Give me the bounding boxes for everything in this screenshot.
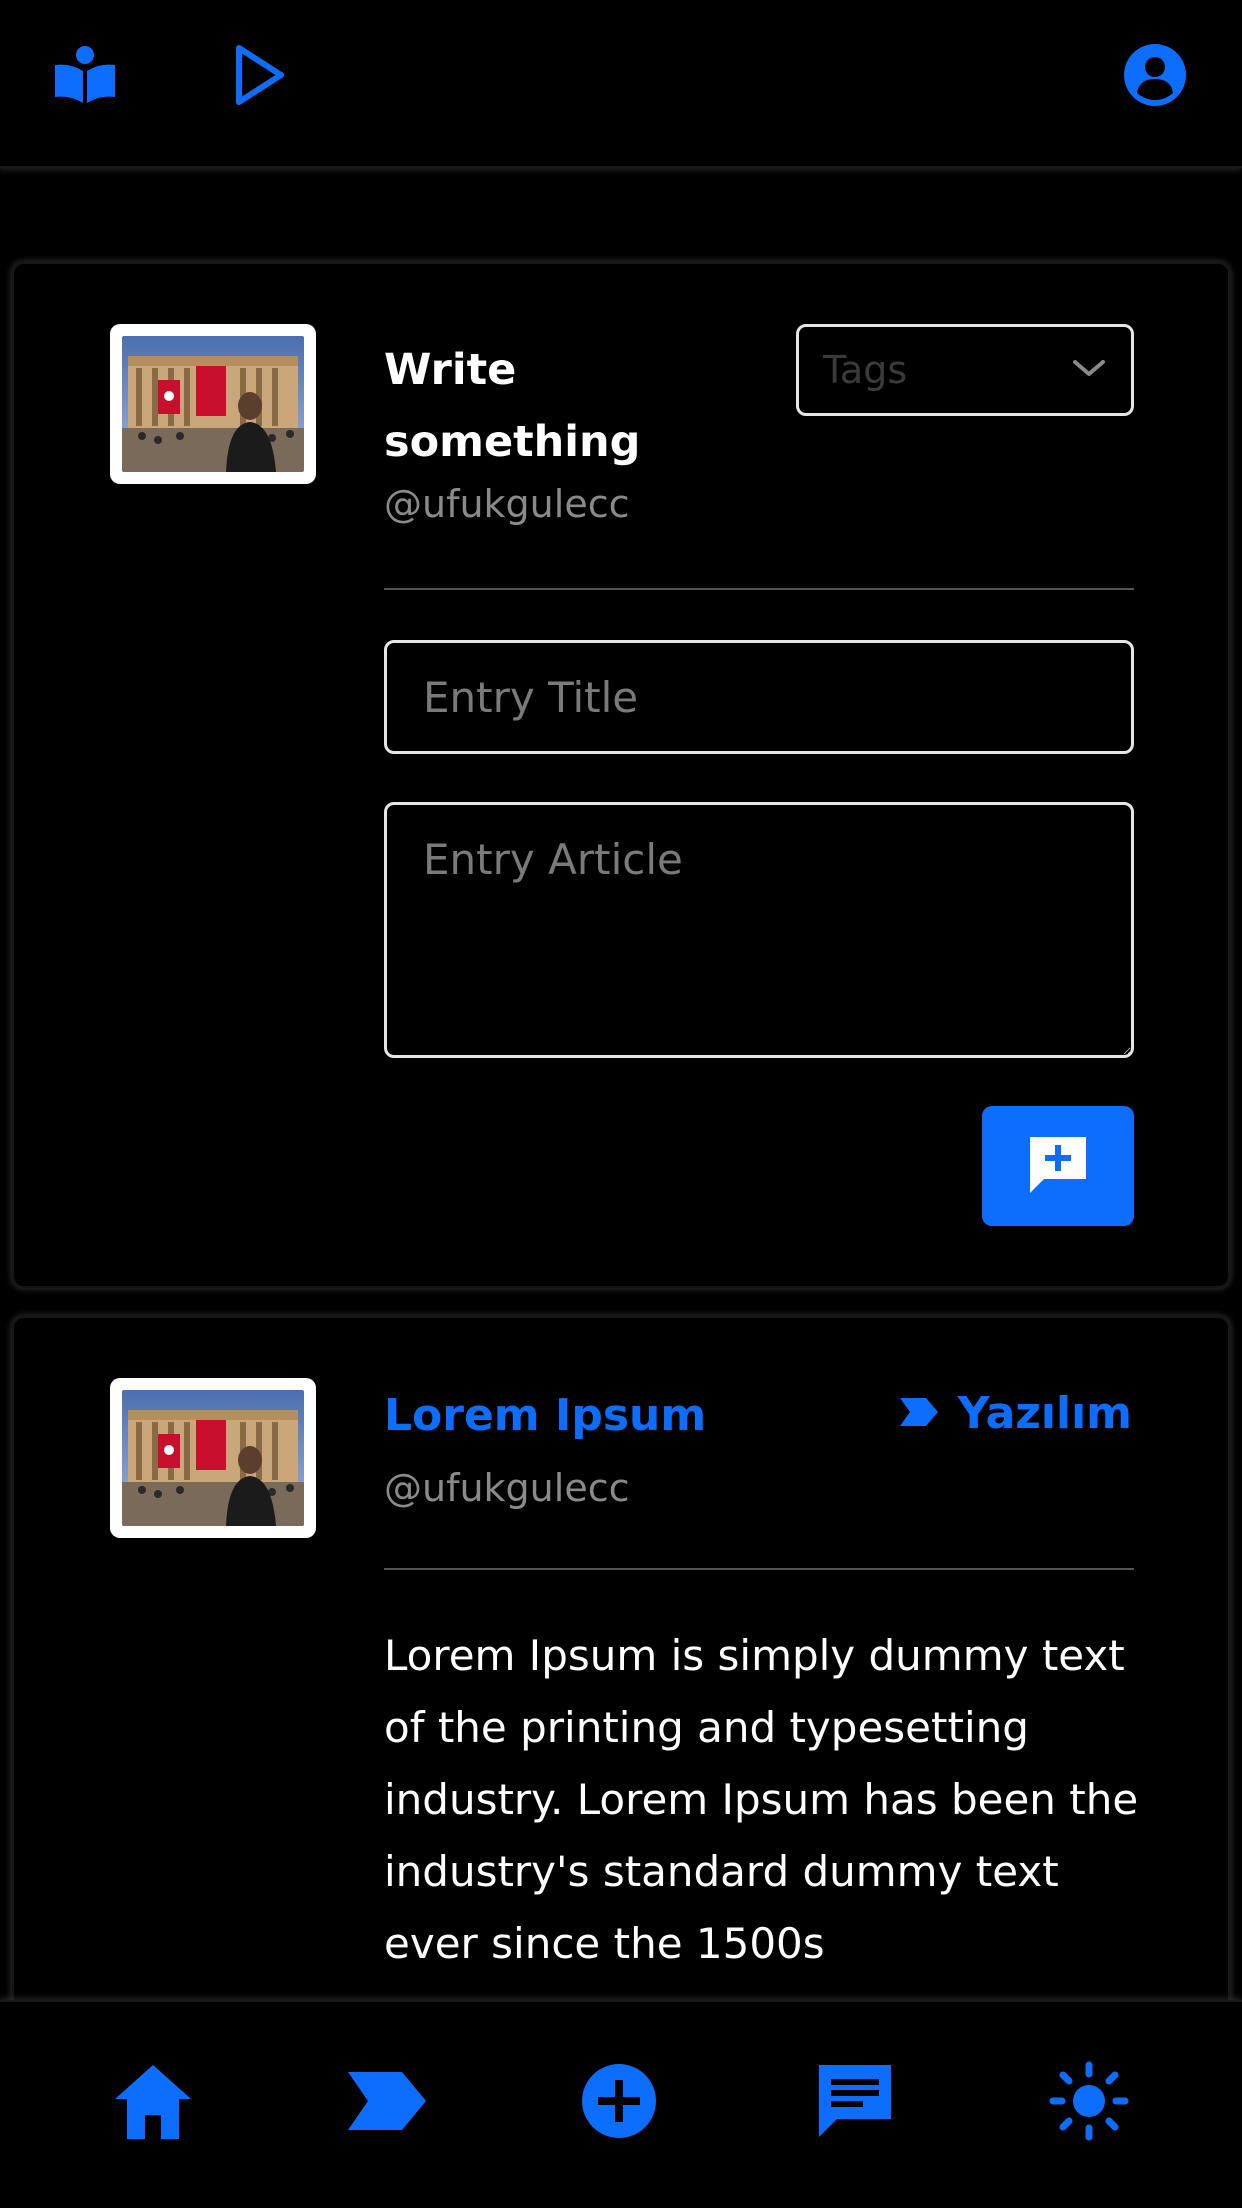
nav-home-button[interactable] — [108, 2058, 198, 2148]
user-handle: @ufukgulecc — [384, 1466, 630, 1510]
avatar — [110, 1378, 316, 1538]
nav-tags-button[interactable] — [342, 2058, 432, 2148]
top-bar — [0, 0, 1242, 168]
compose-card: Write something @ufukgulecc Tags — [12, 262, 1230, 1288]
tags-placeholder: Tags — [823, 348, 908, 392]
entry-tag-label: Yazılım — [957, 1388, 1132, 1439]
label-icon — [346, 2070, 428, 2136]
sun-icon — [1049, 2061, 1129, 2145]
compose-title: Write something — [384, 345, 641, 467]
play-icon[interactable] — [225, 38, 295, 112]
open-book-icon[interactable] — [50, 40, 120, 110]
profile-photo — [122, 336, 304, 472]
add-circle-icon — [580, 2062, 658, 2144]
nav-add-button[interactable] — [574, 2058, 664, 2148]
nav-chat-button[interactable] — [810, 2058, 900, 2148]
submit-entry-button[interactable] — [982, 1106, 1134, 1226]
profile-photo — [122, 1390, 304, 1526]
add-comment-icon — [1024, 1131, 1092, 1202]
label-icon — [898, 1396, 940, 1432]
tags-select[interactable]: Tags — [796, 324, 1134, 416]
entry-title-link[interactable]: Lorem Ipsum — [384, 1390, 706, 1441]
divider — [384, 1568, 1134, 1570]
entry-body: Lorem Ipsum is simply dummy text of the … — [384, 1631, 1139, 1968]
app-page: Write something @ufukgulecc Tags Entry T… — [0, 0, 1242, 2208]
avatar — [110, 324, 316, 484]
bottom-nav — [0, 2000, 1242, 2208]
nav-theme-toggle[interactable] — [1044, 2058, 1134, 2148]
divider — [384, 588, 1134, 590]
chat-icon — [815, 2061, 895, 2145]
user-circle-icon[interactable] — [1122, 42, 1188, 108]
entry-card: Lorem Ipsum Yazılım @ufukgulecc Lorem Ip… — [12, 1316, 1230, 2056]
user-handle: @ufukgulecc — [384, 482, 630, 526]
entry-tag-link[interactable]: Yazılım — [898, 1388, 1132, 1439]
entry-article-input[interactable] — [384, 802, 1134, 1058]
chevron-down-icon — [1071, 356, 1107, 384]
entry-title-input[interactable] — [384, 640, 1134, 754]
home-icon — [111, 2061, 195, 2145]
